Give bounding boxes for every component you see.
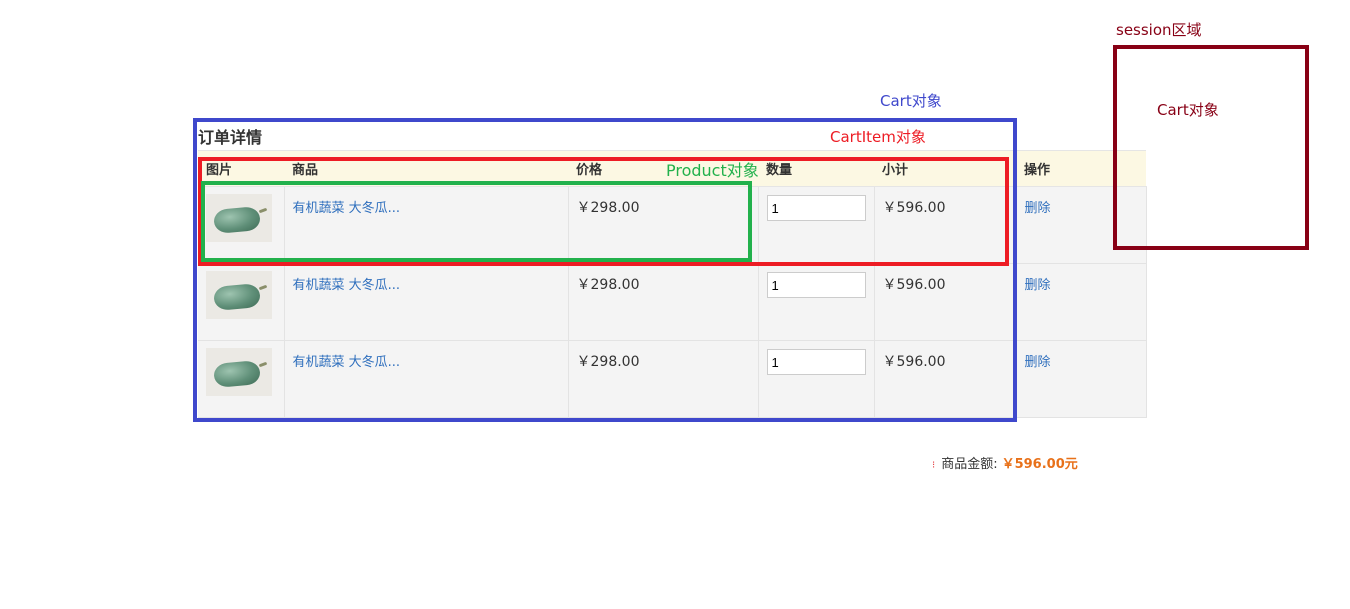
product-cell: 有机蔬菜 大冬瓜... — [284, 263, 569, 341]
product-link[interactable]: 有机蔬菜 大冬瓜... — [293, 278, 401, 293]
total-marker: ⁝ — [932, 460, 936, 471]
order-title: 订单详情 — [198, 128, 263, 147]
subtotal-cell: ￥596.00 — [874, 340, 1017, 418]
header-quantity: 数量 — [758, 150, 874, 187]
cartitem-object-label: CartItem对象 — [830, 128, 926, 146]
winter-melon-image — [213, 360, 261, 388]
quantity-input[interactable] — [766, 272, 866, 298]
product-cell: 有机蔬菜 大冬瓜... — [284, 186, 569, 264]
winter-melon-stem — [258, 361, 268, 368]
product-image-cell — [198, 340, 285, 418]
session-cart-label: Cart对象 — [1157, 101, 1219, 119]
cart-object-label: Cart对象 — [880, 92, 942, 110]
product-cell: 有机蔬菜 大冬瓜... — [284, 340, 569, 418]
winter-melon-image — [213, 206, 261, 234]
product-thumbnail — [206, 348, 272, 396]
subtotal-cell: ￥596.00 — [874, 263, 1017, 341]
header-subtotal: 小计 — [874, 150, 1016, 187]
delete-link[interactable]: 删除 — [1025, 201, 1051, 216]
total-value: ￥596.00元 — [1001, 457, 1078, 472]
total-label: 商品金额: — [941, 457, 998, 472]
price-cell: ￥298.00 — [568, 263, 759, 341]
price-cell: ￥298.00 — [568, 340, 759, 418]
subtotal-cell: ￥596.00 — [874, 186, 1017, 264]
action-cell: 删除 — [1016, 186, 1147, 264]
header-image: 图片 — [198, 150, 284, 187]
product-thumbnail — [206, 271, 272, 319]
product-image-cell — [198, 186, 285, 264]
product-image-cell — [198, 263, 285, 341]
header-product: 商品 — [284, 150, 568, 187]
delete-link[interactable]: 删除 — [1025, 278, 1051, 293]
product-thumbnail — [206, 194, 272, 242]
quantity-cell — [758, 186, 875, 264]
price-cell: ￥298.00 — [568, 186, 759, 264]
action-cell: 删除 — [1016, 263, 1147, 341]
product-object-label: Product对象 — [666, 161, 759, 180]
product-link[interactable]: 有机蔬菜 大冬瓜... — [293, 355, 401, 370]
quantity-input[interactable] — [766, 195, 866, 221]
winter-melon-stem — [258, 284, 268, 291]
quantity-cell — [758, 340, 875, 418]
session-area-label: session区域 — [1116, 21, 1202, 39]
table-row: 有机蔬菜 大冬瓜... ￥298.00 ￥596.00 删除 — [198, 340, 1147, 418]
product-link[interactable]: 有机蔬菜 大冬瓜... — [293, 201, 401, 216]
quantity-input[interactable] — [766, 349, 866, 375]
winter-melon-image — [213, 283, 261, 311]
winter-melon-stem — [258, 207, 268, 214]
order-total: ⁝ 商品金额: ￥596.00元 — [932, 453, 1078, 472]
header-action: 操作 — [1016, 150, 1146, 187]
quantity-cell — [758, 263, 875, 341]
action-cell: 删除 — [1016, 340, 1147, 418]
delete-link[interactable]: 删除 — [1025, 355, 1051, 370]
cart-table: 图片 商品 价格 数量 小计 操作 有机蔬菜 大冬瓜... ￥298.00 ￥5… — [198, 150, 1147, 418]
table-row: 有机蔬菜 大冬瓜... ￥298.00 ￥596.00 删除 — [198, 186, 1147, 264]
table-row: 有机蔬菜 大冬瓜... ￥298.00 ￥596.00 删除 — [198, 263, 1147, 341]
